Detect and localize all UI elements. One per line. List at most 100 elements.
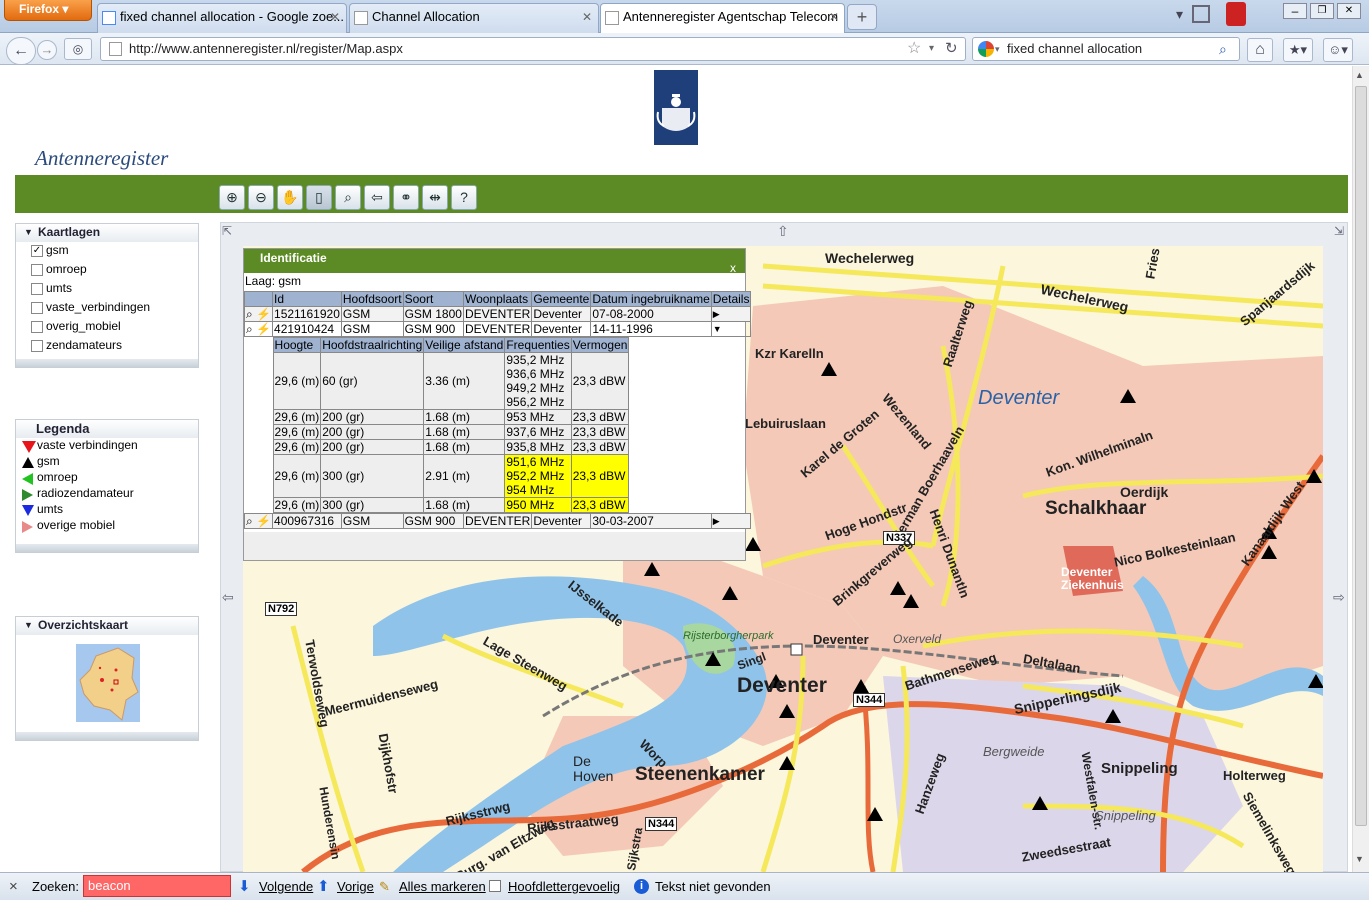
pan-east-icon[interactable]: ⇨ (1333, 589, 1345, 606)
scroll-down-icon[interactable]: ▼ (1355, 854, 1364, 864)
zoom-in-icon[interactable]: ⊕ (219, 185, 245, 210)
lightning-icon[interactable]: ⚡ (256, 322, 271, 336)
match-case-checkbox[interactable] (489, 880, 501, 892)
highlight-all-button[interactable]: Alles markeren (399, 873, 486, 900)
reload-icon[interactable]: ↻ (945, 38, 958, 60)
map-label-city: Deventer (737, 674, 827, 697)
dropdown-arrow-icon: ▾ (62, 2, 69, 16)
layer-gsm[interactable]: ✓ gsm (16, 242, 198, 261)
table-header-blank (243, 291, 274, 307)
search-icon[interactable]: ⌕ (1219, 38, 1227, 60)
close-window-icon[interactable]: ✕ (1337, 3, 1361, 19)
layer-checkbox[interactable] (31, 302, 43, 314)
addon-face-icon[interactable]: ☺▾ (1323, 38, 1353, 62)
search-bar[interactable]: ▾ fixed channel allocation ⌕ (972, 37, 1240, 61)
collapse-right-icon[interactable]: ⇲ (1334, 224, 1344, 238)
new-tab-button[interactable]: + (847, 4, 877, 30)
identify-icon[interactable]: ▯ (306, 185, 332, 210)
match-case-label[interactable]: Hoofdlettergevoelig (508, 873, 620, 900)
close-find-icon[interactable]: × (9, 873, 18, 900)
forward-button[interactable]: → (37, 40, 57, 60)
cell-hoogte: 29,6 (m) (272, 439, 322, 455)
minimize-icon[interactable]: – (1283, 3, 1307, 19)
layer-checkbox[interactable] (31, 283, 43, 295)
layer-umts[interactable]: umts (16, 280, 198, 299)
collapse-arrow-icon[interactable]: ▼ (24, 617, 33, 634)
close-tab-icon[interactable]: ✕ (582, 4, 592, 30)
cell-woonplaats: DEVENTER (462, 513, 533, 529)
close-tab-icon[interactable]: ✕ (330, 4, 340, 30)
layer-omroep[interactable]: omroep (16, 261, 198, 280)
layer-label: umts (46, 281, 73, 295)
detail-indent (245, 337, 273, 514)
zoom-out-icon[interactable]: ⊖ (248, 185, 274, 210)
overview-map[interactable] (76, 644, 140, 722)
layer-checkbox[interactable] (31, 321, 43, 333)
binoculars-icon[interactable]: ⚭ (393, 185, 419, 210)
url-bar[interactable]: http://www.antenneregister.nl/register/M… (100, 37, 966, 61)
column-header: Woonplaats (462, 291, 533, 307)
restore-icon[interactable]: ❐ (1310, 3, 1334, 19)
scrollbar-thumb[interactable] (1355, 86, 1367, 826)
find-input[interactable]: beacon (83, 875, 231, 897)
cell-richting: 300 (gr) (320, 454, 425, 498)
layer-checkbox[interactable] (31, 340, 43, 352)
engine-dropdown-icon[interactable]: ▾ (995, 38, 1000, 60)
pan-hand-icon[interactable]: ✋ (277, 185, 303, 210)
tab-channel-allocation[interactable]: Channel Allocation ✕ (349, 3, 599, 33)
tab-groups-icon[interactable] (1192, 5, 1210, 23)
tab-google-search[interactable]: fixed channel allocation - Google zoe...… (97, 3, 347, 33)
firefox-menu-button[interactable]: Firefox ▾ (4, 0, 92, 21)
layer-overig-mobiel[interactable]: overig_mobiel (16, 318, 198, 337)
frequency: 954 MHz (506, 483, 555, 497)
legend-item: umts (16, 502, 198, 518)
detail-row-item: 29,6 (m) 300 (gr) 2.91 (m) 951,6 MHz 952,… (272, 454, 630, 498)
layer-checkbox[interactable]: ✓ (31, 245, 43, 257)
google-engine-icon[interactable] (978, 41, 994, 57)
cell-soort: GSM 900 (402, 513, 464, 529)
lightning-icon[interactable]: ⚡ (256, 307, 271, 321)
tab-antenneregister[interactable]: Antenneregister Agentschap Telecom ✕ (600, 3, 845, 33)
table-row: ⌕ ⚡ 1521161920 GSM GSM 1800 DEVENTER Dev… (243, 306, 752, 322)
layer-zendamateurs[interactable]: zendamateurs (16, 337, 198, 356)
bookmark-star-icon[interactable]: ☆ (907, 38, 921, 60)
arrow-down-icon[interactable]: ⬇ (238, 873, 251, 900)
zoom-to-magnifier-icon[interactable]: ⌕ (246, 514, 253, 528)
zoom-to-magnifier-icon[interactable]: ⌕ (246, 322, 253, 336)
find-next-button[interactable]: Volgende (259, 873, 313, 900)
home-icon[interactable]: ⌂ (1247, 38, 1273, 62)
measure-icon[interactable]: ⇹ (422, 185, 448, 210)
details-expand-icon[interactable]: ▶ (710, 306, 752, 322)
pan-north-icon[interactable]: ⇧ (777, 223, 789, 240)
layers-panel-header[interactable]: ▼ Kaartlagen (16, 224, 198, 242)
table-row: ⌕ ⚡ 400967316 GSM GSM 900 DEVENTER Deven… (243, 513, 752, 529)
pan-west-icon[interactable]: ⇦ (222, 589, 234, 606)
site-identity-icon[interactable]: ◎ (64, 38, 92, 60)
collapse-arrow-icon[interactable]: ▼ (24, 224, 33, 241)
tab-list-icon[interactable]: ▾ (1176, 6, 1183, 23)
page-scrollbar[interactable]: ▲ ▼ (1352, 66, 1369, 872)
find-previous-button[interactable]: Vorige (337, 873, 374, 900)
collapse-left-icon[interactable]: ⇱ (222, 224, 232, 238)
layer-vaste-verbindingen[interactable]: vaste_verbindingen (16, 299, 198, 318)
identify-header[interactable]: Identificatie x (244, 249, 745, 275)
cell-soort: GSM 1800 (402, 306, 464, 322)
url-dropdown-icon[interactable]: ▾ (929, 38, 934, 60)
scroll-up-icon[interactable]: ▲ (1355, 70, 1364, 80)
bookmarks-icon[interactable]: ★▾ (1283, 38, 1313, 62)
previous-extent-icon[interactable]: ⇦ (364, 185, 390, 210)
details-expand-icon[interactable]: ▶ (710, 513, 752, 529)
close-tab-icon[interactable]: ✕ (829, 4, 839, 30)
lightning-icon[interactable]: ⚡ (256, 514, 271, 528)
overview-panel-header[interactable]: ▼ Overzichtskaart (16, 617, 198, 635)
help-icon[interactable]: ? (451, 185, 477, 210)
back-button[interactable]: ← (6, 37, 36, 65)
zoom-to-magnifier-icon[interactable]: ⌕ (246, 307, 253, 321)
cell-afstand: 1.68 (m) (423, 497, 506, 513)
arrow-up-icon[interactable]: ⬆ (317, 873, 330, 900)
layer-checkbox[interactable] (31, 264, 43, 276)
details-collapse-icon[interactable]: ▼ (710, 321, 752, 337)
zoom-extent-icon[interactable]: ⌕ (335, 185, 361, 210)
addon-icon[interactable] (1226, 2, 1246, 26)
close-icon[interactable]: x (730, 259, 736, 277)
